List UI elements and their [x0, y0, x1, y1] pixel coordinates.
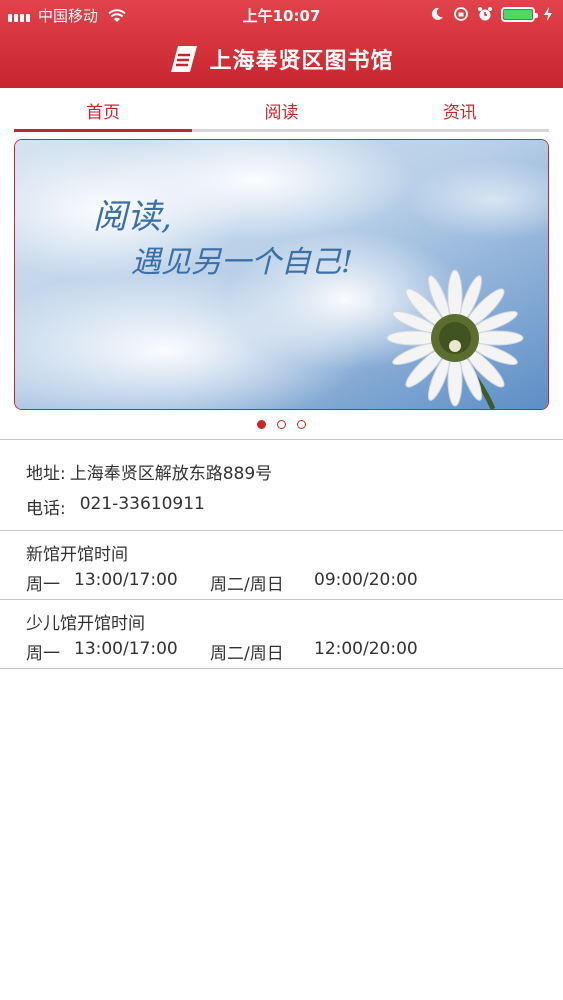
divider	[0, 668, 563, 669]
tab-news[interactable]: 资讯	[370, 88, 549, 132]
hours-day1: 周一	[26, 575, 60, 595]
banner-image: 阅读, 遇见另一个自己!	[15, 140, 548, 409]
phone-value[interactable]: 021-33610911	[80, 494, 205, 519]
banner-text-line1: 阅读,	[93, 197, 172, 237]
hours-title-main: 新馆开馆时间	[26, 545, 128, 565]
divider	[0, 599, 563, 600]
hours-row-children: 周一 13:00/17:00 周二/周日 12:00/20:00	[26, 639, 418, 664]
tab-home[interactable]: 首页	[14, 88, 193, 132]
phone-row[interactable]: 电话: 021-33610911	[26, 494, 205, 519]
hours-time1: 13:00/17:00	[74, 639, 178, 659]
address-value: 上海奉贤区解放东路889号	[69, 464, 273, 484]
hours-time2: 12:00/20:00	[314, 639, 418, 659]
orientation-lock-icon	[454, 7, 468, 21]
app-header: 中国移动 上午10:07 上海奉贤区图书馆	[0, 0, 563, 88]
charging-icon	[544, 7, 552, 21]
alarm-icon	[478, 7, 492, 21]
hours-day1: 周一	[26, 644, 60, 664]
library-logo-icon	[171, 46, 198, 72]
hours-time1: 13:00/17:00	[74, 570, 178, 590]
tab-reading[interactable]: 阅读	[192, 88, 371, 132]
moon-icon	[431, 7, 443, 20]
status-right	[429, 6, 553, 22]
address-label: 地址:	[26, 464, 66, 484]
page-title: 上海奉贤区图书馆	[209, 49, 394, 74]
banner-text-line2: 遇见另一个自己!	[131, 245, 353, 280]
banner-carousel[interactable]: 阅读, 遇见另一个自己!	[14, 139, 549, 410]
hours-day2: 周二/周日	[210, 575, 284, 595]
divider	[0, 530, 563, 531]
carousel-dot[interactable]	[297, 420, 306, 429]
status-bar: 中国移动 上午10:07	[0, 0, 563, 30]
divider	[0, 439, 563, 440]
tab-bar: 首页 阅读 资讯	[14, 88, 549, 132]
phone-label: 电话:	[26, 499, 66, 519]
carousel-dot[interactable]	[277, 420, 286, 429]
hours-time2: 09:00/20:00	[314, 570, 418, 590]
battery-icon	[501, 6, 538, 22]
hours-day2: 周二/周日	[210, 644, 284, 664]
hours-title-children: 少儿馆开馆时间	[26, 614, 145, 634]
carousel-dot[interactable]	[257, 420, 266, 429]
carousel-pagination	[0, 420, 563, 429]
hours-row-main: 周一 13:00/17:00 周二/周日 09:00/20:00	[26, 570, 418, 595]
nav-bar: 上海奉贤区图书馆	[0, 30, 563, 88]
address-row: 地址: 上海奉贤区解放东路889号	[26, 459, 272, 484]
